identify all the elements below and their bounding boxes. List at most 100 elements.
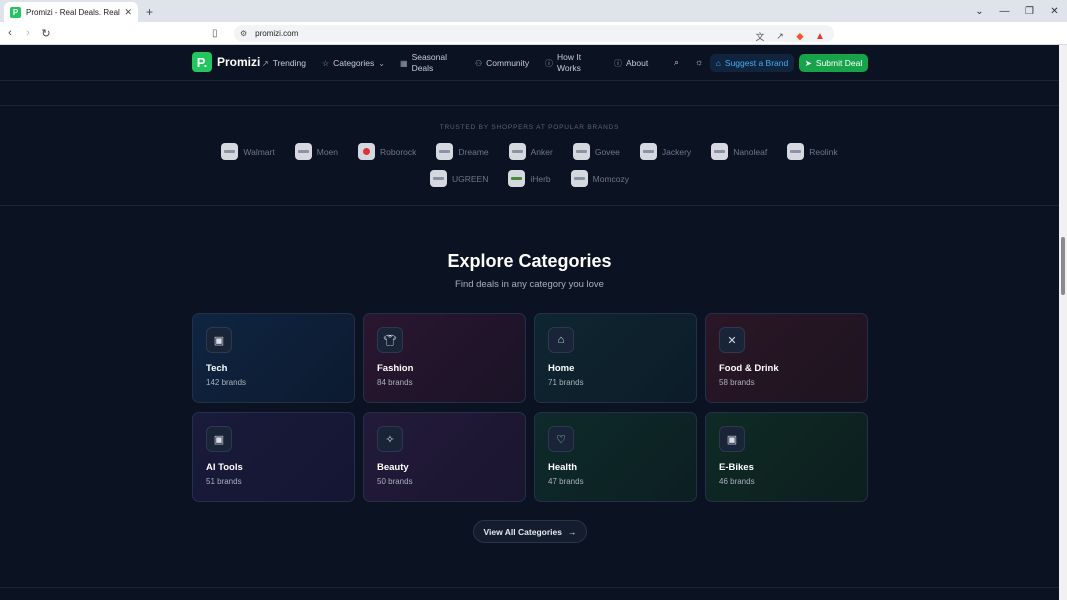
nav-about[interactable]: ⓘ About [614,45,648,81]
nav-how-it-works[interactable]: ⓘ How It Works [545,45,581,81]
brand-logo-icon [294,143,312,160]
theme-toggle-icon[interactable]: ☼ [695,57,703,67]
category-card-health[interactable]: ♡ Health 47 brands [534,412,697,502]
calendar-icon: ▦ [400,58,408,68]
send-icon: ➤ [804,57,812,68]
brand-name: Momcozy [592,173,630,184]
maximize-button[interactable]: ❐ [1017,6,1042,17]
section-divider [0,205,1059,206]
search-icon[interactable]: ⌕ [674,57,679,68]
submit-deal-button[interactable]: ➤ Submit Deal [799,54,868,72]
minimize-button[interactable]: — [992,6,1017,17]
category-name: Health [548,462,578,473]
nav-community[interactable]: ⚇ Community [475,45,529,81]
brand-logo-icon [358,143,375,160]
address-bar: ‹ › ↻ ▯ ⚙ promizi.com 文 ↗ ◆ ▲ ✦ ▣ ◧ ▤ ✧ … [0,22,1067,61]
category-count: 47 brands [548,477,584,486]
categories-title: Explore Categories [447,251,612,271]
page-viewport: P. Promizi ↗ Trending ☆ Categories ⌄ ▦ S… [0,45,1059,600]
section-divider [0,587,1059,588]
back-icon[interactable]: ‹ [2,27,18,39]
brand-name: Jackery [661,146,692,157]
sparkles-icon: ✧ [377,426,403,452]
nav-categories-label: Categories [333,58,375,68]
utensils-icon: ✕ [719,327,745,353]
translate-icon[interactable]: 文 [752,25,768,47]
scrollbar-thumb[interactable] [1061,237,1065,295]
category-card-tech[interactable]: ▣ Tech 142 brands [192,313,355,403]
brand-logo-jackery: Jackery [639,143,692,160]
window-controls: ⌄ — ❐ ✕ [967,0,1067,22]
tab-close-icon[interactable]: ✕ [124,7,132,18]
url-actions: 文 ↗ ◆ ▲ [752,25,828,47]
url-field[interactable]: ⚙ promizi.com 文 ↗ ◆ ▲ [234,25,834,42]
bookmark-icon[interactable]: ▯ [212,28,218,39]
brand-logo-ugreen: UGREEN [429,170,488,187]
brand-logo-moen: Moen [294,143,338,160]
reload-icon[interactable]: ↻ [38,27,54,40]
page-scrollbar[interactable] [1059,45,1067,600]
brand-logo-icon [570,170,588,187]
info-icon: ⓘ [614,58,622,68]
users-icon: ⚇ [475,58,483,68]
brand-name: Dreame [458,146,489,157]
nav-community-label: Community [486,58,530,68]
shirt-icon: 👕︎ [377,327,403,353]
category-count: 142 brands [206,378,247,387]
new-tab-button[interactable]: + [146,5,153,19]
store-icon: ⌂ [715,58,721,68]
home-icon: ⌂ [548,327,574,353]
browser-tab[interactable]: P Promizi - Real Deals. Real People. ✕ [4,2,138,22]
brand-name: Govee [594,146,620,157]
share-icon[interactable]: ↗ [772,25,788,47]
brand-logo-icon [508,170,526,187]
url-text: promizi.com [255,29,299,38]
tab-search-icon[interactable]: ⌄ [967,6,992,17]
view-all-categories-button[interactable]: View All Categories → [473,520,587,543]
brand-logo-reolink: Reolink [787,143,838,160]
nav-seasonal-deals[interactable]: ▦ Seasonal Deals [400,45,447,81]
brand-logo-icon [711,143,729,160]
brand-logo-icon [429,170,447,187]
brand-logo-momcozy: Momcozy [570,170,630,187]
brand-logo-dreame: Dreame [436,143,489,160]
categories-subtitle: Find deals in any category you love [455,279,604,290]
brand-logo-icon [436,143,454,160]
category-name: Fashion [377,363,414,374]
forward-icon[interactable]: › [20,27,36,39]
nav-how-line2: Works [557,63,581,73]
logo-badge: P. [192,52,212,72]
brave-rewards-icon[interactable]: ▲ [812,25,828,47]
category-name: E-Bikes [719,462,754,473]
nav-seasonal-label: Seasonal Deals [412,52,447,74]
category-card-beauty[interactable]: ✧ Beauty 50 brands [363,412,526,502]
category-card-fashion[interactable]: 👕︎ Fashion 84 brands [363,313,526,403]
brand-logo-icon [572,143,590,160]
brand-name: Anker [530,146,553,157]
help-circle-icon: ⓘ [545,58,553,68]
site-logo[interactable]: P. Promizi [192,52,260,72]
brand-name: Moen [316,146,338,157]
nav-trending[interactable]: ↗ Trending [262,45,306,81]
category-count: 58 brands [719,378,755,387]
category-card-e-bikes[interactable]: ▣ E-Bikes 46 brands [705,412,868,502]
category-count: 71 brands [548,378,584,387]
brand-name: Walmart [243,146,275,157]
suggest-brand-button[interactable]: ⌂ Suggest a Brand [710,54,794,72]
category-count: 50 brands [377,477,413,486]
brand-row-2: UGREEN iHerb Momcozy [0,170,1059,187]
brand-name: Reolink [809,146,838,157]
brand-name: Roborock [380,146,417,157]
brand-name: iHerb [530,173,551,184]
favicon-icon: P [10,6,21,18]
nav-categories[interactable]: ☆ Categories ⌄ [322,45,385,81]
logo-text: Promizi [217,55,261,69]
brave-shields-icon[interactable]: ◆ [792,25,808,47]
brand-logo-icon [508,143,526,160]
category-card-home[interactable]: ⌂ Home 71 brands [534,313,697,403]
site-info-icon[interactable]: ⚙ [240,29,247,38]
close-window-button[interactable]: ✕ [1042,6,1067,17]
brand-logo-icon [221,143,239,160]
category-card-ai-tools[interactable]: ▣ AI Tools 51 brands [192,412,355,502]
category-card-food-drink[interactable]: ✕ Food & Drink 58 brands [705,313,868,403]
